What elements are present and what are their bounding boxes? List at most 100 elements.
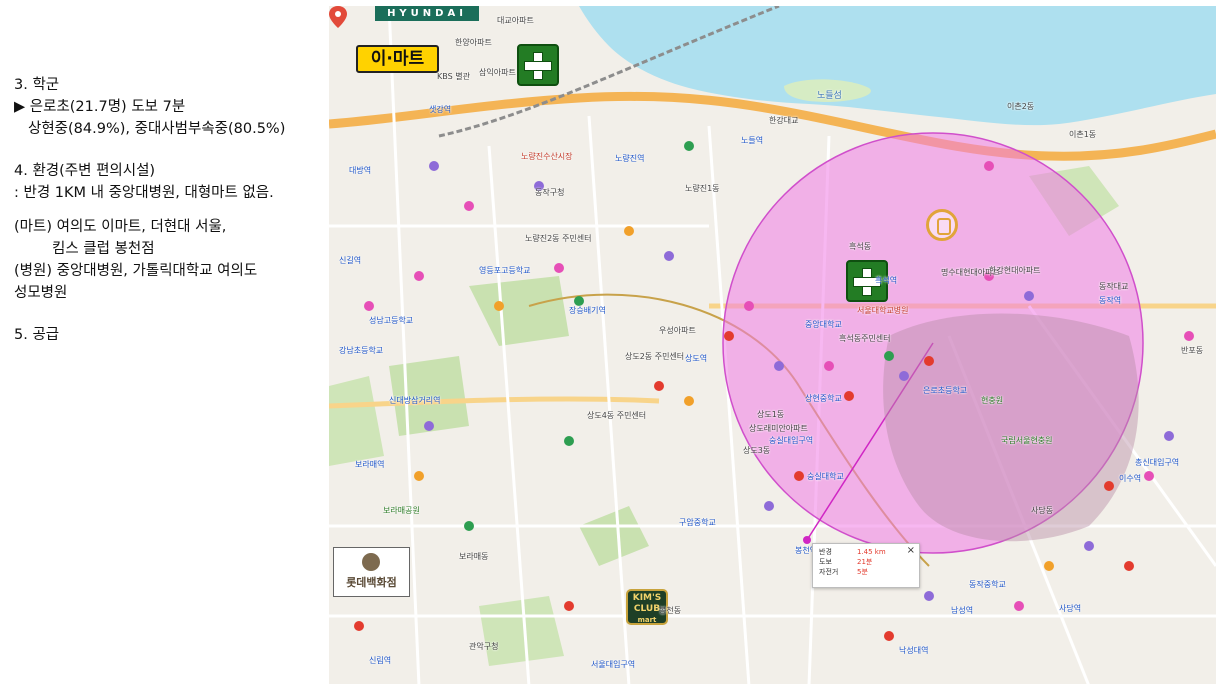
- map-label: 강남초등학교: [339, 346, 384, 355]
- map-label: 현충원: [981, 396, 1004, 405]
- env-line-1: : 반경 1KM 내 중앙대병원, 대형마트 없음.: [14, 185, 274, 201]
- lotte-name: 롯데백화점: [346, 576, 397, 589]
- map-label: 상현중학교: [805, 394, 842, 403]
- map-label: 한양아파트: [455, 38, 492, 47]
- map-label: 은로초등학교: [923, 386, 968, 395]
- map-label: 상도1동: [757, 410, 785, 419]
- map-label: 동작역: [1099, 296, 1122, 305]
- info-panel: 3. 학군 ▶ 은로초(21.7명) 도보 7분 상현중(84.9%), 중대사…: [14, 74, 319, 346]
- map-label: 동작중학교: [969, 580, 1006, 589]
- bike-label: 자전거: [819, 568, 839, 576]
- map-label: 샛강역: [429, 105, 452, 114]
- map-label: 구암중학교: [679, 518, 716, 527]
- bike-value: 5분: [857, 568, 868, 576]
- map-label: 중앙대학교: [805, 320, 842, 329]
- school-line-2: 상현중(84.9%), 중대사범부속중(80.5%): [28, 121, 286, 137]
- map-label: 영등포고등학교: [479, 266, 531, 275]
- hospital-icon[interactable]: [517, 44, 559, 86]
- map-label: 우성아파트: [659, 326, 696, 335]
- map-label: 삼익아파트: [479, 68, 516, 77]
- map-label: 장승배기역: [569, 306, 606, 315]
- map-label: 동작구청: [535, 188, 565, 197]
- lotte-department-store-logo[interactable]: 롯데백화점: [333, 547, 410, 597]
- mart-line-2: 킴스 클럽 봉천점: [52, 241, 155, 257]
- map-label: 보라매역: [355, 460, 385, 469]
- map-label: 상도2동 주민센터: [625, 352, 685, 361]
- map-label: 서울대학교병원: [857, 306, 909, 315]
- map-label: 상도3동: [743, 446, 771, 455]
- walk-label: 도보: [819, 558, 832, 566]
- supply-title: 5. 공급: [14, 327, 60, 343]
- map-label: 동작대교: [1099, 282, 1129, 291]
- map-base: [329, 6, 1216, 684]
- map-label: 신대방삼거리역: [389, 396, 441, 405]
- emart-logo[interactable]: 이·마트: [356, 45, 439, 73]
- map-label: 상도역: [685, 354, 708, 363]
- map-view[interactable]: HYUNDAI 이·마트 롯데백화점 KIM'S CLUB mart 대교아파트…: [329, 6, 1216, 684]
- popup-bike-row: 자전거 5분: [819, 567, 913, 577]
- map-label: 노량진1동: [685, 184, 720, 193]
- env-title: 4. 환경(주변 편의시설): [14, 163, 156, 179]
- map-label: 노들역: [741, 136, 764, 145]
- map-label: 한강대교: [769, 116, 799, 125]
- map-label: 흑석역: [875, 276, 898, 285]
- map-label: 대교아파트: [497, 16, 534, 25]
- popup-radius-row: 반경 1.45 km: [819, 547, 913, 557]
- map-label: 봉천동: [659, 606, 682, 615]
- map-label: 반포동: [1181, 346, 1204, 355]
- map-label: 사당동: [1031, 506, 1054, 515]
- hospital-line-1: (병원) 중앙대병원, 가톨릭대학교 여의도: [14, 263, 258, 279]
- location-pin-icon[interactable]: [329, 6, 347, 28]
- map-label: 서울대입구역: [591, 660, 636, 669]
- map-label: 이촌1동: [1069, 130, 1097, 139]
- map-label: 노량진역: [615, 154, 645, 163]
- map-label: 보라매공원: [383, 506, 420, 515]
- map-label: 노들섬: [817, 91, 842, 101]
- map-label: 흑석동: [849, 242, 872, 251]
- map-label: 총신대입구역: [1135, 458, 1180, 467]
- map-label: 한강현대아파트: [989, 266, 1041, 275]
- map-label: 신길역: [339, 256, 362, 265]
- map-label: 상도4동 주민센터: [587, 411, 647, 420]
- map-label: 노량진2동 주민센터: [525, 234, 592, 243]
- map-label: 낙성대역: [899, 646, 929, 655]
- map-label: 국립서울현충원: [1001, 436, 1053, 445]
- map-label: 노량진수산시장: [521, 152, 573, 161]
- radius-label: 반경: [819, 548, 832, 556]
- map-label: 이촌2동: [1007, 102, 1035, 111]
- kims-line-3: mart: [637, 616, 657, 624]
- school-line-1: ▶ 은로초(21.7명) 도보 7분: [14, 99, 186, 115]
- mart-line-1: (마트) 여의도 이마트, 더현대 서울,: [14, 219, 227, 235]
- map-label: 사당역: [1059, 604, 1082, 613]
- radius-end-point: [803, 536, 811, 544]
- park-1: [469, 276, 569, 346]
- map-label: KBS 별관: [437, 72, 470, 81]
- school-title: 3. 학군: [14, 77, 60, 93]
- map-label: 이수역: [1119, 474, 1142, 483]
- map-label: 성남고등학교: [369, 316, 414, 325]
- radius-value: 1.45 km: [857, 548, 886, 556]
- hospital-line-2: 성모병원: [14, 285, 68, 301]
- lotte-emblem-icon: [362, 553, 380, 571]
- map-label: 상도래미안아파트: [749, 424, 808, 433]
- han-river: [579, 6, 1216, 126]
- close-icon[interactable]: ×: [907, 546, 915, 556]
- kims-line-1: KIM'S: [632, 593, 662, 603]
- map-label: 남성역: [951, 606, 974, 615]
- map-label: 대방역: [349, 166, 372, 175]
- map-label: 관악구청: [469, 642, 499, 651]
- map-label: 숭실대학교: [807, 472, 844, 481]
- subway-station-icon[interactable]: [926, 209, 958, 241]
- map-label: 보라매동: [459, 552, 489, 561]
- map-label: 신림역: [369, 656, 392, 665]
- map-label: 흑석동주민센터: [839, 334, 891, 343]
- distance-popup: × 반경 1.45 km 도보 21분 자전거 5분: [812, 543, 920, 588]
- cemetery-area: [883, 313, 1139, 542]
- popup-walk-row: 도보 21분: [819, 557, 913, 567]
- park-4: [329, 376, 384, 466]
- hyundai-logo[interactable]: HYUNDAI: [375, 6, 479, 21]
- walk-value: 21분: [857, 558, 873, 566]
- map-label: 숭실대입구역: [769, 436, 814, 445]
- park-3: [579, 506, 649, 566]
- park-6: [479, 596, 564, 666]
